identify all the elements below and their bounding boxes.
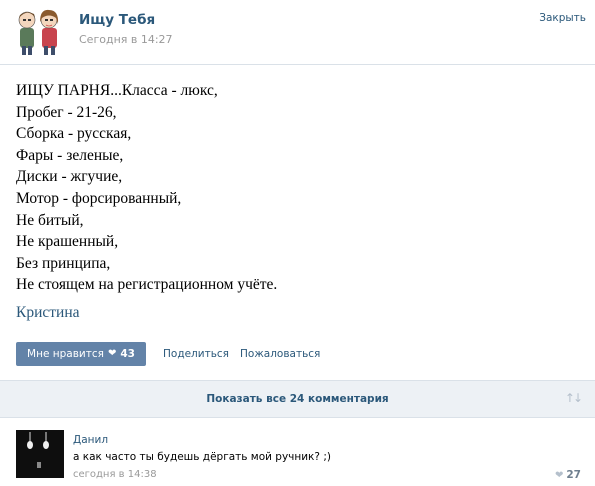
earphones-icon [16, 430, 64, 478]
cartoon-couple-icon [18, 9, 59, 55]
group-avatar[interactable] [14, 6, 64, 56]
show-all-comments-button[interactable]: Показать все 24 комментария [0, 381, 595, 417]
comment-author-link[interactable]: Данил [73, 434, 108, 446]
sort-arrows-icon[interactable]: ↑↓ [565, 391, 583, 405]
post-line: Не крашенный, [16, 233, 119, 251]
comments-bar: Показать все 24 комментария ↑↓ [0, 380, 595, 418]
heart-icon: ❤ [554, 469, 564, 481]
post-line: Диски - жгучие, [16, 168, 123, 186]
post-date[interactable]: Сегодня в 14:27 [79, 33, 173, 46]
post-line: Фары - зеленые, [16, 146, 124, 164]
like-button-label: Мне нравится [27, 348, 104, 360]
post-line: Без принципа, [16, 254, 111, 272]
post-line: ИЩУ ПАРНЯ...Класса - люкс, [16, 82, 218, 99]
comment-avatar[interactable] [16, 430, 64, 478]
report-link[interactable]: Пожаловаться [240, 348, 320, 360]
post-header: Ищу Тебя Сегодня в 14:27 Закрыть [0, 0, 595, 64]
post-signature-link[interactable]: Кристина [16, 304, 80, 322]
post-line: Не битый, [16, 211, 84, 229]
close-link[interactable]: Закрыть [539, 12, 586, 24]
comment-like-count: 27 [566, 469, 581, 481]
share-link[interactable]: Поделиться [163, 348, 229, 360]
like-button[interactable]: Мне нравится ❤ 43 [16, 342, 146, 366]
comment-date[interactable]: сегодня в 14:38 [73, 469, 157, 480]
post-line: Не стоящем на регистрационном учёте. [16, 276, 278, 294]
post-line: Пробег - 21-26, [16, 103, 117, 121]
heart-icon: ❤ [107, 348, 117, 359]
post-text: ИЩУ ПАРНЯ...Класса - люкс, Пробег - 21-2… [16, 80, 576, 296]
comment-text: а как часто ты будешь дёргать мой ручник… [73, 451, 331, 463]
header-divider [0, 64, 595, 65]
group-name[interactable]: Ищу Тебя [79, 12, 155, 28]
comment-like-button[interactable]: ❤ 27 [555, 469, 581, 481]
like-count: 43 [120, 348, 135, 360]
post-line: Мотор - форсированный, [16, 189, 182, 207]
post-line: Сборка - русская, [16, 125, 132, 143]
